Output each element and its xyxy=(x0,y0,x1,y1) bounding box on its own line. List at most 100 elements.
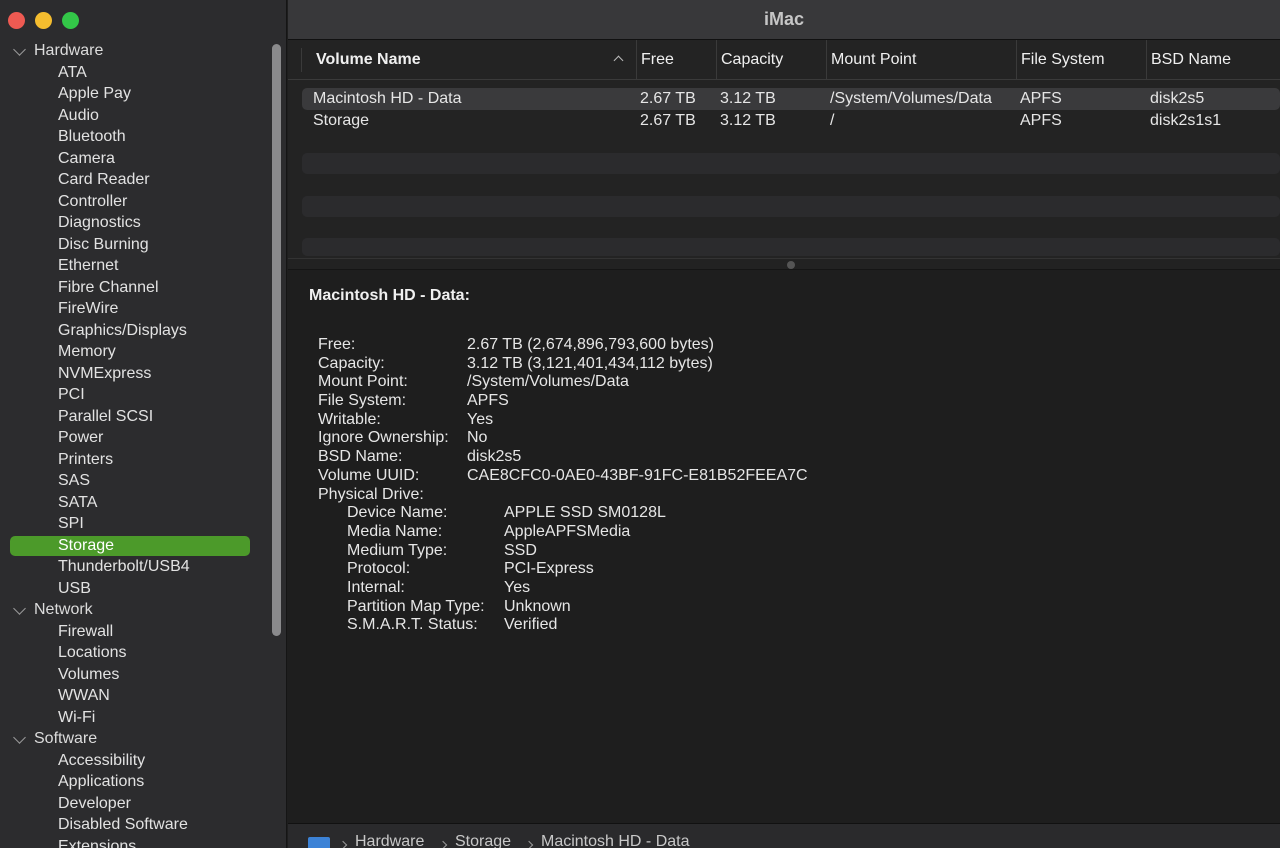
sidebar-item-wwan[interactable]: WWAN xyxy=(0,685,270,707)
sidebar-item-card-reader[interactable]: Card Reader xyxy=(0,169,270,191)
breadcrumb-storage[interactable]: Storage xyxy=(455,833,511,848)
physical-drive-row: Medium Type: SSD xyxy=(309,542,1269,561)
sidebar-item-firewire[interactable]: FireWire xyxy=(0,298,270,320)
sidebar-item-thunderbolt-usb4[interactable]: Thunderbolt/USB4 xyxy=(0,556,270,578)
detail-key: File System: xyxy=(318,392,407,410)
minimize-window-button[interactable] xyxy=(35,12,52,29)
sidebar-item-developer[interactable]: Developer xyxy=(0,793,270,815)
sidebar-item-label: Firewall xyxy=(58,622,114,640)
column-header-file-system[interactable]: File System xyxy=(1016,40,1146,80)
detail-key: Capacity: xyxy=(318,354,385,372)
sidebar-item-sas[interactable]: SAS xyxy=(0,470,270,492)
table-row[interactable]: Storage 2.67 TB 3.12 TB / APFS disk2s1s1 xyxy=(302,110,1280,132)
breadcrumb-hardware[interactable]: Hardware xyxy=(355,833,424,848)
sidebar-item-storage[interactable]: Storage xyxy=(0,535,270,557)
detail-value: APPLE SSD SM0128L xyxy=(504,504,666,522)
cell-bsd-name: disk2s5 xyxy=(1150,90,1205,107)
cell-free: 2.67 TB xyxy=(640,90,696,107)
sidebar-item-label: Thunderbolt/USB4 xyxy=(58,558,190,575)
detail-value: CAE8CFC0-0AE0-43BF-91FC-E81B52FEEA7C xyxy=(467,466,808,484)
sidebar-item-label: Apple Pay xyxy=(58,85,131,102)
detail-row: Ignore Ownership: No xyxy=(309,429,1269,448)
detail-key: Protocol: xyxy=(347,560,411,578)
sidebar-group-hardware[interactable]: Hardware xyxy=(0,40,270,62)
column-header-capacity[interactable]: Capacity xyxy=(716,40,826,80)
close-window-button[interactable] xyxy=(8,12,25,29)
detail-key: Ignore Ownership: xyxy=(318,429,449,447)
sidebar-group-network[interactable]: Network xyxy=(0,599,270,621)
chevron-down-icon[interactable] xyxy=(13,602,26,615)
chevron-right-icon xyxy=(338,840,348,848)
sidebar-item-label: Diagnostics xyxy=(58,214,141,231)
sidebar-item-wi-fi[interactable]: Wi-Fi xyxy=(0,707,270,729)
sidebar-item-power[interactable]: Power xyxy=(0,427,270,449)
sidebar-item-controller[interactable]: Controller xyxy=(0,191,270,213)
sidebar-item-label: NVMExpress xyxy=(58,364,152,382)
sidebar-item-parallel-scsi[interactable]: Parallel SCSI xyxy=(0,406,270,428)
cell-bsd-name: disk2s1s1 xyxy=(1150,111,1222,129)
sidebar-item-graphics-displays[interactable]: Graphics/Displays xyxy=(0,320,270,342)
sidebar-item-audio[interactable]: Audio xyxy=(0,105,270,127)
detail-value: AppleAPFSMedia xyxy=(504,522,631,540)
cell-free: 2.67 TB xyxy=(640,111,696,129)
sidebar-item-label: FireWire xyxy=(58,300,119,317)
sidebar-item-label: Volumes xyxy=(58,665,120,683)
detail-row: Free: 2.67 TB (2,674,896,793,600 bytes) xyxy=(309,336,1269,355)
table-row[interactable]: Macintosh HD - Data 2.67 TB 3.12 TB /Sys… xyxy=(302,88,1280,110)
cell-mount-point: /System/Volumes/Data xyxy=(830,90,992,107)
sidebar-item-nvmexpress[interactable]: NVMExpress xyxy=(0,363,270,385)
sidebar-item-bluetooth[interactable]: Bluetooth xyxy=(0,126,270,148)
sidebar-item-pci[interactable]: PCI xyxy=(0,384,270,406)
zoom-window-button[interactable] xyxy=(62,12,79,29)
window-controls xyxy=(8,12,79,29)
sidebar-item-printers[interactable]: Printers xyxy=(0,449,270,471)
sidebar-item-locations[interactable]: Locations xyxy=(0,642,270,664)
sidebar-item-spi[interactable]: SPI xyxy=(0,513,270,535)
detail-value: Yes xyxy=(467,410,494,428)
sidebar-item-disabled-software[interactable]: Disabled Software xyxy=(0,814,270,836)
cell-capacity: 3.12 TB xyxy=(720,111,776,129)
sidebar-item-memory[interactable]: Memory xyxy=(0,341,270,363)
sidebar-item-camera[interactable]: Camera xyxy=(0,148,270,170)
detail-row: File System: APFS xyxy=(309,392,1269,411)
sidebar-group-software[interactable]: Software xyxy=(0,728,270,750)
sidebar-item-label: Disabled Software xyxy=(58,816,188,833)
cell-capacity: 3.12 TB xyxy=(720,90,776,107)
breadcrumb-volume[interactable]: Macintosh HD - Data xyxy=(541,833,690,848)
sidebar-item-ethernet[interactable]: Ethernet xyxy=(0,255,270,277)
sidebar-item-apple-pay[interactable]: Apple Pay xyxy=(0,83,270,105)
column-header-label: File System xyxy=(1021,51,1105,68)
system-information-window: Hardware ATA Apple Pay Audio Bluetooth Camera… xyxy=(0,0,1280,848)
sidebar-item-diagnostics[interactable]: Diagnostics xyxy=(0,212,270,234)
sidebar-item-label: Bluetooth xyxy=(58,128,126,145)
sidebar-item-volumes[interactable]: Volumes xyxy=(0,664,270,686)
sidebar-item-ata[interactable]: ATA xyxy=(0,62,270,84)
sidebar-item-firewall[interactable]: Firewall xyxy=(0,621,270,643)
chevron-down-icon[interactable] xyxy=(13,731,26,744)
column-header-free[interactable]: Free xyxy=(636,40,716,80)
physical-drive-row: Partition Map Type: Unknown xyxy=(309,598,1269,617)
sidebar-item-label: WWAN xyxy=(58,687,110,704)
computer-icon xyxy=(308,837,330,848)
sidebar-item-sata[interactable]: SATA xyxy=(0,492,270,514)
sidebar-item-usb[interactable]: USB xyxy=(0,578,270,600)
sidebar-item-extensions[interactable]: Extensions xyxy=(0,836,270,848)
detail-key: Writable: xyxy=(318,410,381,428)
sidebar-item-label: Printers xyxy=(58,450,114,468)
pane-splitter[interactable] xyxy=(288,258,1280,270)
sidebar-item-applications[interactable]: Applications xyxy=(0,771,270,793)
column-header-mount-point[interactable]: Mount Point xyxy=(826,40,1016,80)
chevron-down-icon[interactable] xyxy=(13,43,26,56)
detail-value: Verified xyxy=(504,616,558,634)
cell-volume-name: Storage xyxy=(313,111,370,129)
sidebar-item-label: Card Reader xyxy=(58,171,150,188)
column-header-bsd-name[interactable]: BSD Name xyxy=(1146,40,1280,80)
sidebar-item-fibre-channel[interactable]: Fibre Channel xyxy=(0,277,270,299)
detail-row: Capacity: 3.12 TB (3,121,401,434,112 byte… xyxy=(309,355,1269,374)
column-header-volume-name[interactable]: Volume Name xyxy=(312,40,636,80)
sidebar-item-accessibility[interactable]: Accessibility xyxy=(0,750,270,772)
detail-row: Volume UUID: CAE8CFC0-0AE0-43BF-91FC-E81B… xyxy=(309,467,1269,486)
sidebar-scrollbar[interactable] xyxy=(272,44,281,636)
sidebar-item-disc-burning[interactable]: Disc Burning xyxy=(0,234,270,256)
detail-key: Mount Point: xyxy=(318,373,408,391)
